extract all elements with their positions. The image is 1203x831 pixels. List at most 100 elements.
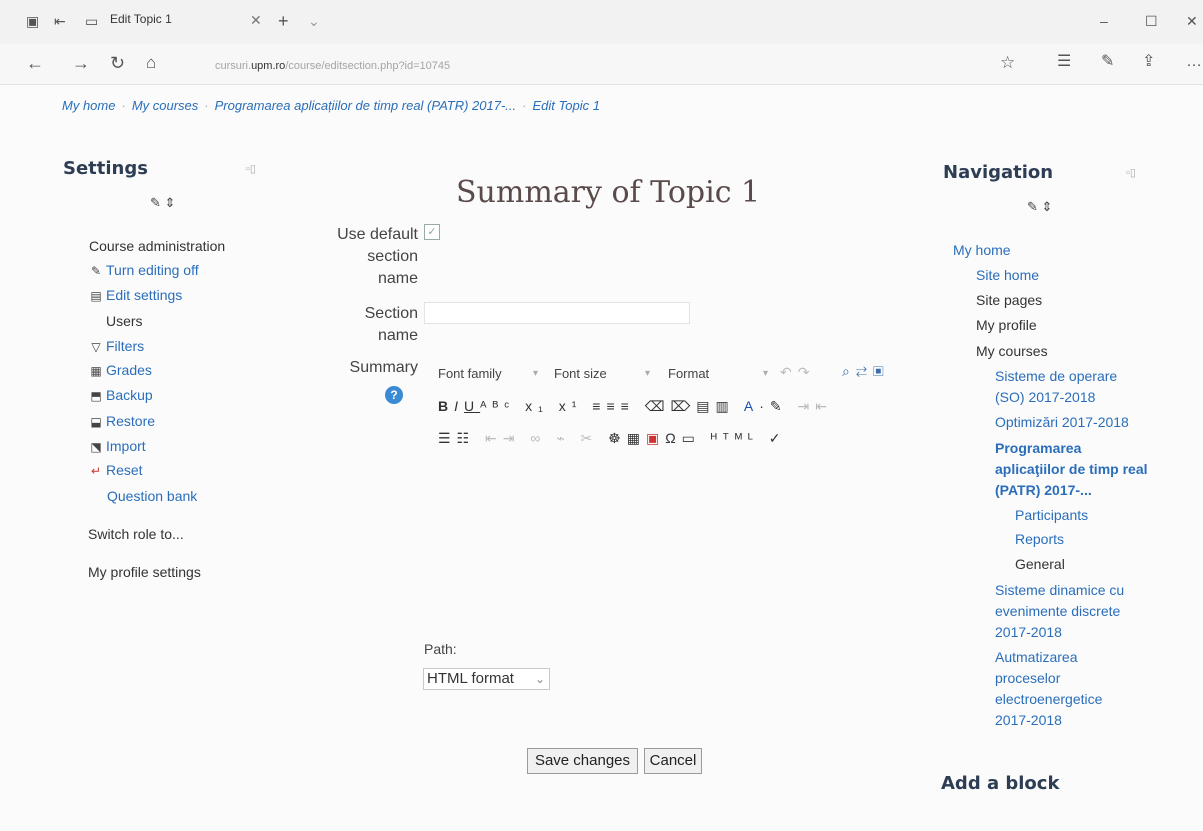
section-name-input[interactable] — [424, 302, 690, 324]
cancel-button[interactable]: Cancel — [644, 748, 702, 774]
format-value: Format — [668, 366, 710, 381]
maximize-icon[interactable]: ☐ — [1145, 14, 1158, 28]
url-suffix: /course/editsection.php?id=10745 — [285, 60, 451, 72]
settings-backup[interactable]: ⬒ Backup — [89, 387, 153, 403]
refresh-icon[interactable]: ↻ — [110, 54, 125, 72]
settings-turn-editing-off[interactable]: ✎ Turn editing off — [89, 262, 199, 278]
tab-title: Edit Topic 1 — [110, 12, 172, 26]
font-size-select[interactable]: Font size ▾ — [554, 363, 654, 385]
url-host: upm.ro — [251, 60, 286, 72]
funnel-icon: ▽ — [91, 340, 101, 354]
favorites-list-icon[interactable]: ☰ — [1057, 54, 1071, 70]
nav-course-so[interactable]: Sisteme de operare (SO) 2017-2018 — [995, 366, 1135, 408]
more-icon[interactable]: … — [1186, 54, 1202, 70]
settings-import[interactable]: ⬔ Import — [89, 438, 146, 454]
breadcrumb-my-courses[interactable]: My courses — [132, 98, 198, 113]
dock-block-icon[interactable]: ▫▯ — [246, 162, 256, 175]
section-name-label: Section name — [308, 303, 418, 347]
home-icon[interactable]: ⌂ — [146, 54, 156, 71]
toolbar-insert-row[interactable]: ☰☷ ⇤⇥ ∞ ⌁ ✂ ☸▦▣Ω▭ ᴴᵀᴹᴸ ✓ — [438, 430, 787, 447]
share-icon[interactable]: ⇪ — [1142, 54, 1155, 70]
pen-icon[interactable]: ✎ — [1101, 54, 1114, 70]
new-tab-icon[interactable]: + — [278, 12, 289, 30]
label-line: name — [377, 327, 418, 344]
url-field[interactable]: cursuri.upm.ro/course/editsection.php?id… — [215, 60, 450, 72]
favorite-star-icon[interactable]: ☆ — [1000, 54, 1015, 71]
pencil-icon: ✎ — [90, 264, 102, 278]
backup-icon: ⬒ — [90, 389, 102, 403]
nav-my-courses[interactable]: My courses — [976, 341, 1048, 362]
breadcrumb-separator: · — [522, 98, 527, 113]
nav-reports[interactable]: Reports — [1015, 529, 1064, 550]
settings-restore[interactable]: ⬓ Restore — [89, 413, 155, 429]
settings-item-label: Restore — [106, 413, 156, 429]
text-format-select[interactable]: HTML format ⌄ — [423, 668, 550, 690]
browser-tab[interactable]: ▭ Edit Topic 1 ✕ — [85, 10, 335, 36]
breadcrumb-current[interactable]: Edit Topic 1 — [533, 98, 600, 113]
settings-switch-role[interactable]: Switch role to... — [88, 526, 184, 542]
settings-edit-settings[interactable]: ▤ Edit settings — [89, 287, 182, 303]
settings-item-label: Grades — [106, 362, 152, 378]
add-block-heading: Add a block — [941, 773, 1060, 794]
nav-my-home[interactable]: My home — [953, 240, 1011, 261]
chevron-down-icon[interactable]: ⌄ — [308, 14, 320, 28]
close-window-icon[interactable]: ✕ — [1186, 14, 1198, 28]
breadcrumb-my-home[interactable]: My home — [62, 98, 115, 113]
settings-item-label: Filters — [106, 338, 145, 354]
save-changes-button[interactable]: Save changes — [527, 748, 638, 774]
nav-site-pages[interactable]: Site pages — [976, 290, 1042, 311]
set-aside-tabs-icon[interactable]: ⇤ — [54, 14, 66, 28]
breadcrumb-course[interactable]: Programarea aplicațiilor de timp real (P… — [215, 98, 517, 113]
settings-item-label: Edit settings — [106, 287, 183, 303]
nav-participants[interactable]: Participants — [1015, 505, 1088, 526]
label-line: Section — [364, 305, 418, 322]
settings-grades[interactable]: ▦ Grades — [89, 362, 152, 378]
browser-tab-bar: ▣ ⇤ ▭ Edit Topic 1 ✕ + ⌄ – ☐ ✕ — [0, 0, 1203, 44]
path-label: Path: — [424, 641, 457, 657]
toolbar-find-replace[interactable]: ⌕⇄▣ — [842, 363, 890, 380]
chevron-down-icon: ▾ — [644, 368, 650, 379]
breadcrumb-separator: · — [204, 98, 209, 113]
settings-item-label: Reset — [106, 462, 143, 478]
label-line: name — [377, 270, 418, 287]
settings-course-administration[interactable]: Course administration — [89, 238, 225, 254]
font-family-value: Font family — [438, 366, 502, 381]
forward-icon[interactable]: → — [72, 54, 90, 72]
chevron-down-icon: ▾ — [532, 368, 538, 379]
toolbar-formatting-row[interactable]: BIUᴬᴮᶜ x₁ x¹ ≡≡≡ ⌫⌦▤▥ A·✎ ⇥⇤ — [438, 398, 833, 415]
dock-block-icon[interactable]: ▫▯ — [1126, 166, 1136, 179]
settings-item-label: Backup — [106, 387, 153, 403]
nav-course-patr[interactable]: Programarea aplicaţiilor de timp real (P… — [995, 438, 1155, 501]
minimize-icon[interactable]: – — [1100, 14, 1108, 28]
nav-course-sisteme-dinamice[interactable]: Sisteme dinamice cu evenimente discrete … — [995, 580, 1135, 643]
tab-actions-icon[interactable]: ▣ — [26, 14, 39, 28]
help-icon[interactable]: ? — [385, 386, 403, 404]
restore-icon: ⬓ — [90, 415, 102, 429]
close-tab-icon[interactable]: ✕ — [250, 13, 262, 27]
nav-course-optimizari[interactable]: Optimizări 2017-2018 — [995, 412, 1129, 433]
font-family-select[interactable]: Font family ▾ — [438, 363, 542, 385]
nav-general[interactable]: General — [1015, 554, 1065, 575]
settings-my-profile-settings[interactable]: My profile settings — [88, 564, 201, 580]
table-icon: ▦ — [90, 364, 102, 378]
settings-reset[interactable]: ↵ Reset — [89, 462, 143, 478]
settings-item-label: Import — [106, 438, 146, 454]
chevron-down-icon: ▾ — [762, 368, 768, 379]
text-format-value: HTML format — [427, 670, 514, 687]
nav-site-home[interactable]: Site home — [976, 265, 1039, 286]
format-select[interactable]: Format ▾ — [668, 363, 772, 385]
move-block-icon[interactable]: ✎ ⇕ — [1027, 199, 1052, 215]
nav-my-profile[interactable]: My profile — [976, 315, 1037, 336]
move-block-icon[interactable]: ✎ ⇕ — [150, 195, 175, 211]
settings-question-bank[interactable]: Question bank — [107, 488, 197, 504]
document-icon: ▤ — [90, 289, 102, 303]
reset-icon: ↵ — [90, 464, 102, 478]
toolbar-undo-redo[interactable]: ↶↷ — [780, 364, 815, 381]
use-default-checkbox[interactable]: ✓ — [424, 224, 440, 240]
settings-users[interactable]: Users — [106, 313, 143, 329]
nav-course-automatizarea[interactable]: Autmatizarea proceselor electroenergetic… — [995, 647, 1125, 731]
settings-filters[interactable]: ▽ Filters — [89, 338, 144, 354]
url-prefix: cursuri. — [215, 60, 252, 72]
summary-editor[interactable]: Font family ▾ Font size ▾ Format ▾ ↶↷ ⌕⇄▣ B… — [428, 356, 940, 452]
back-icon[interactable]: ← — [26, 54, 44, 72]
